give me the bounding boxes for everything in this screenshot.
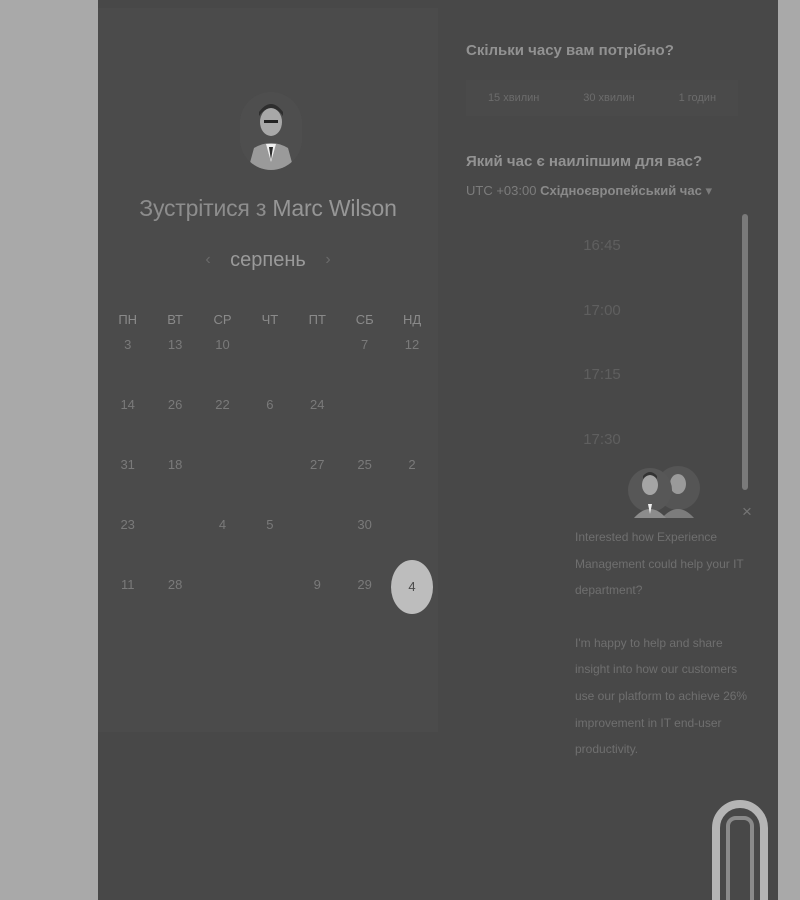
host-name: Marc Wilson [272, 195, 397, 221]
duration-option-60[interactable]: 1 годин [679, 92, 716, 104]
calendar-day[interactable]: 12 [388, 332, 435, 392]
calendar-day[interactable]: 24 [294, 392, 341, 452]
timezone-name: Східноєвропейський час [540, 183, 702, 198]
calendar-day[interactable]: 11 [104, 572, 151, 632]
calendar-day [151, 512, 198, 572]
page-title: Зустрітися з Marc Wilson [98, 195, 438, 222]
chevron-down-icon: ▾ [705, 183, 712, 198]
weekday-header: НД [402, 312, 422, 327]
calendar-day [246, 452, 293, 512]
chevron-right-icon[interactable]: › [318, 251, 338, 269]
calendar-day[interactable]: 22 [199, 392, 246, 452]
calendar-day[interactable]: 18 [151, 452, 198, 512]
calendar-day[interactable]: 29 [341, 572, 388, 632]
calendar-day-selected[interactable]: 4 [388, 560, 435, 632]
calendar-day[interactable]: 4 [199, 512, 246, 572]
calendar-day[interactable]: 6 [246, 392, 293, 452]
duration-question: Скільки часу вам потрібно? [466, 42, 674, 59]
time-slot[interactable]: 17:15 [540, 361, 664, 426]
timezone-offset: UTC +03:00 [466, 183, 537, 198]
title-prefix: Зустрітися з [139, 195, 267, 221]
calendar-day [246, 332, 293, 392]
calendar-day[interactable]: 31 [104, 452, 151, 512]
chat-launcher-icon[interactable] [712, 800, 768, 900]
calendar-day[interactable]: 13 [151, 332, 198, 392]
duration-option-30[interactable]: 30 хвилин [583, 92, 634, 104]
calendar-day [341, 392, 388, 452]
calendar-day[interactable]: 14 [104, 392, 151, 452]
calendar-day [199, 452, 246, 512]
calendar-day[interactable]: 3 [104, 332, 151, 392]
weekday-header: ЧТ [261, 312, 279, 327]
calendar-day [294, 332, 341, 392]
chat-agent-avatars [626, 462, 702, 518]
calendar-day[interactable]: 23 [104, 512, 151, 572]
selected-day-label: 4 [391, 560, 434, 614]
calendar-day [388, 392, 435, 452]
weekday-header: СБ [355, 312, 374, 327]
calendar-day[interactable]: 27 [294, 452, 341, 512]
calendar-day[interactable]: 7 [341, 332, 388, 392]
month-navigation: ‹ серпень › [198, 245, 338, 275]
weekday-header: ПН [118, 312, 138, 327]
calendar-day[interactable]: 26 [151, 392, 198, 452]
host-avatar [240, 92, 302, 170]
calendar-day[interactable]: 10 [199, 332, 246, 392]
chat-message: Interested how Experience Management cou… [575, 524, 755, 763]
time-question: Який час є наиліпшим для вас? [466, 153, 703, 170]
calendar-grid: ПН ВТ СР ЧТ ПТ СБ НД 3 13 10 7 12 14 26 … [104, 308, 436, 632]
time-slot-list: 16:45 17:00 17:15 17:30 [540, 232, 664, 490]
weekday-header: СР [213, 312, 232, 327]
calendar-day [246, 572, 293, 632]
chat-message-1: Interested how Experience Management cou… [575, 530, 744, 598]
timezone-selector[interactable]: UTC +03:00 Східноєвропейський час ▾ [466, 183, 712, 199]
time-slot-scrollbar[interactable] [742, 214, 748, 490]
calendar-day[interactable]: 25 [341, 452, 388, 512]
month-label: серпень [230, 248, 306, 271]
close-icon[interactable]: × [742, 503, 752, 521]
calendar-day[interactable]: 30 [341, 512, 388, 572]
calendar-day [294, 512, 341, 572]
weekday-header: ВТ [167, 312, 183, 327]
time-slot[interactable]: 16:45 [540, 232, 664, 297]
chat-message-2: I'm happy to help and share insight into… [575, 635, 748, 757]
chevron-left-icon[interactable]: ‹ [198, 251, 218, 269]
duration-option-15[interactable]: 15 хвилин [488, 92, 539, 104]
calendar-day [199, 572, 246, 632]
calendar-day[interactable]: 28 [151, 572, 198, 632]
weekday-header: ПТ [308, 312, 326, 327]
duration-options: 15 хвилин 30 хвилин 1 годин [466, 80, 738, 116]
calendar-day[interactable]: 2 [388, 452, 435, 512]
calendar-day[interactable]: 5 [246, 512, 293, 572]
calendar-day[interactable]: 9 [294, 572, 341, 632]
time-slot[interactable]: 17:00 [540, 297, 664, 362]
